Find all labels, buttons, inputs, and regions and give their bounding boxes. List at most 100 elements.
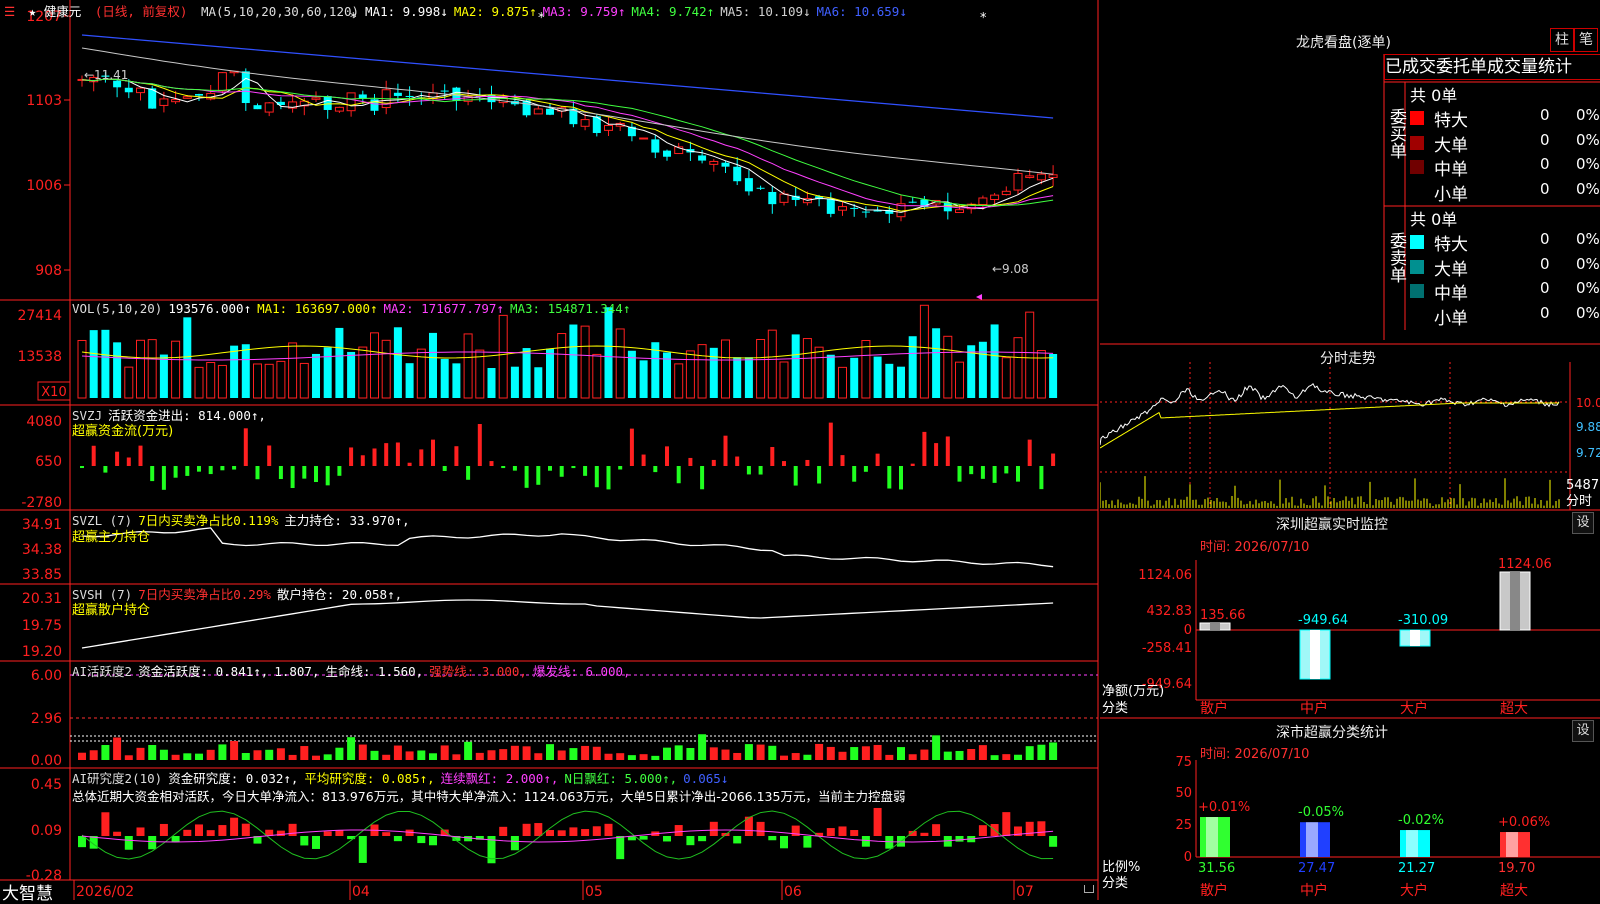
sell-row: 特大 0 0%	[1410, 230, 1600, 255]
monitor-settings-button[interactable]: 设	[1572, 512, 1594, 534]
tick-mode-button[interactable]: 笔	[1574, 28, 1598, 52]
volume-bar	[440, 358, 449, 398]
ai1-bar	[592, 746, 601, 760]
volume-bar	[370, 332, 379, 399]
ai2-bar	[335, 830, 344, 836]
candle-body	[826, 198, 835, 214]
svsh-line	[81, 599, 1054, 649]
chart-mode[interactable]: (日线, 前复权)	[95, 4, 188, 19]
kline-svg[interactable]: 1207110310069082741413538X104080650-2780…	[0, 0, 1100, 900]
volume-bar	[101, 329, 110, 398]
sell-swatch	[1410, 284, 1424, 298]
ai1-bar	[698, 734, 707, 760]
cursor-marker	[976, 294, 982, 300]
ai1-bar	[464, 741, 473, 760]
svzl-legend-item: 主力持仓: 33.970↑,	[284, 513, 410, 528]
ai2-bar	[113, 831, 122, 836]
volume-bar	[838, 366, 847, 399]
tab-orders[interactable]: 委托单	[1436, 57, 1487, 77]
ai1-bar	[487, 750, 496, 760]
monitor-y-label: 432.83	[1147, 604, 1193, 619]
svzj-bar	[337, 466, 342, 476]
vol-legend-item: MA1: 163697.000↑	[257, 301, 378, 316]
bar-mode-button[interactable]: 柱	[1550, 28, 1574, 52]
svzj-bar	[290, 466, 295, 489]
volume-bar	[498, 314, 508, 399]
kline-chart-area[interactable]: 1207 1103 1006 908 27414 13538 X10 4080 650 -2780…	[0, 0, 1100, 904]
candle-body	[744, 178, 753, 192]
vol-legend-item: MA2: 171677.797↑	[383, 301, 504, 316]
svzj-bar	[489, 461, 494, 466]
ai1-bar	[253, 750, 262, 760]
svzj-bar	[103, 466, 108, 473]
svzj-bar	[349, 447, 354, 466]
sell-pct: 0%	[1576, 303, 1600, 322]
candle-body	[698, 155, 707, 161]
svzj-bar	[899, 466, 903, 490]
volume-bar	[136, 339, 145, 399]
svzj-bar	[852, 466, 857, 482]
svzj-bar	[817, 466, 822, 484]
monitor-category-label: 散户	[1200, 700, 1228, 717]
vol-y-label: 13538	[17, 349, 62, 365]
svsh-title: 超赢散户持仓	[72, 603, 151, 618]
menu-icon[interactable]: ☰	[4, 4, 15, 19]
ai2-legend-item: 资金研究度: 0.032↑,	[168, 771, 299, 786]
sell-label: 大单	[1434, 259, 1468, 280]
ai2-bar	[1037, 821, 1046, 836]
svzj-bar	[746, 466, 751, 475]
svzj-bar	[395, 442, 400, 466]
tab-executed[interactable]: 已成交	[1385, 57, 1436, 77]
volume-bar	[557, 333, 567, 399]
svzj-bar	[477, 424, 482, 466]
buy-swatch	[1410, 184, 1424, 199]
ai2-bar	[698, 836, 707, 842]
ai1-bar	[429, 753, 437, 760]
volume-bar	[522, 348, 531, 398]
buy-rows: 特大 0 0% 大单 0 0% 中单 0 0% 小单 0 0%	[1410, 106, 1600, 205]
svzj-bar	[442, 466, 447, 471]
ma-legend-item: MA2: 9.875↑	[453, 4, 537, 19]
x-axis-label: 05	[585, 884, 603, 900]
ai1-bar	[943, 751, 952, 760]
svzj-bar	[828, 422, 833, 466]
tab-volume-stats[interactable]: 成交量统计	[1487, 57, 1572, 77]
candle-body	[709, 160, 719, 165]
ai1-bar	[978, 745, 987, 760]
classify-bar-shine	[1506, 832, 1518, 857]
stock-name[interactable]: ★ 健康元	[29, 4, 82, 19]
volume-bar	[429, 332, 437, 398]
volume-bar	[919, 304, 929, 399]
classify-title: 深市超赢分类统计	[1276, 725, 1388, 741]
classify-settings-button[interactable]: 设	[1572, 720, 1594, 742]
volume-bar	[767, 329, 777, 399]
vol-ma2-line	[81, 351, 1054, 361]
classify-value-label: 19.70	[1498, 861, 1535, 876]
monitor-cat-label: 分类	[1102, 701, 1129, 716]
volume-bar	[604, 307, 613, 398]
svzj-bar	[863, 466, 868, 472]
ai2-bar	[932, 824, 941, 836]
ma4-line	[81, 78, 1054, 207]
svzj-bar	[512, 466, 517, 471]
svzl-y-label: 34.91	[22, 517, 62, 533]
candle-body	[533, 108, 543, 115]
ai1-legend-item: 1.807,	[274, 664, 320, 679]
sell-swatch	[1410, 259, 1424, 274]
ai1-bar	[499, 749, 508, 760]
side-panel: 10.04 9.88 9.72 5487分时 1124.06 432.83 0 -258.41…	[1100, 0, 1600, 900]
candle-body	[651, 139, 660, 153]
volume-bar	[908, 336, 917, 398]
candle-body	[850, 207, 859, 209]
classify-bar-shine	[1406, 830, 1418, 857]
lock-icon[interactable]	[1084, 885, 1094, 893]
x-axis-label: 06	[784, 884, 802, 900]
ai1-bar	[932, 735, 941, 760]
ai1-bar	[627, 755, 636, 760]
monitor-y-label: 0	[1184, 623, 1192, 638]
ai1-bar	[358, 744, 367, 760]
brand-logo[interactable]: 大智慧	[2, 879, 53, 904]
ai1-bar	[159, 749, 168, 760]
buy-count: 0	[1540, 155, 1550, 173]
buy-side-label: 委买单	[1386, 108, 1406, 159]
